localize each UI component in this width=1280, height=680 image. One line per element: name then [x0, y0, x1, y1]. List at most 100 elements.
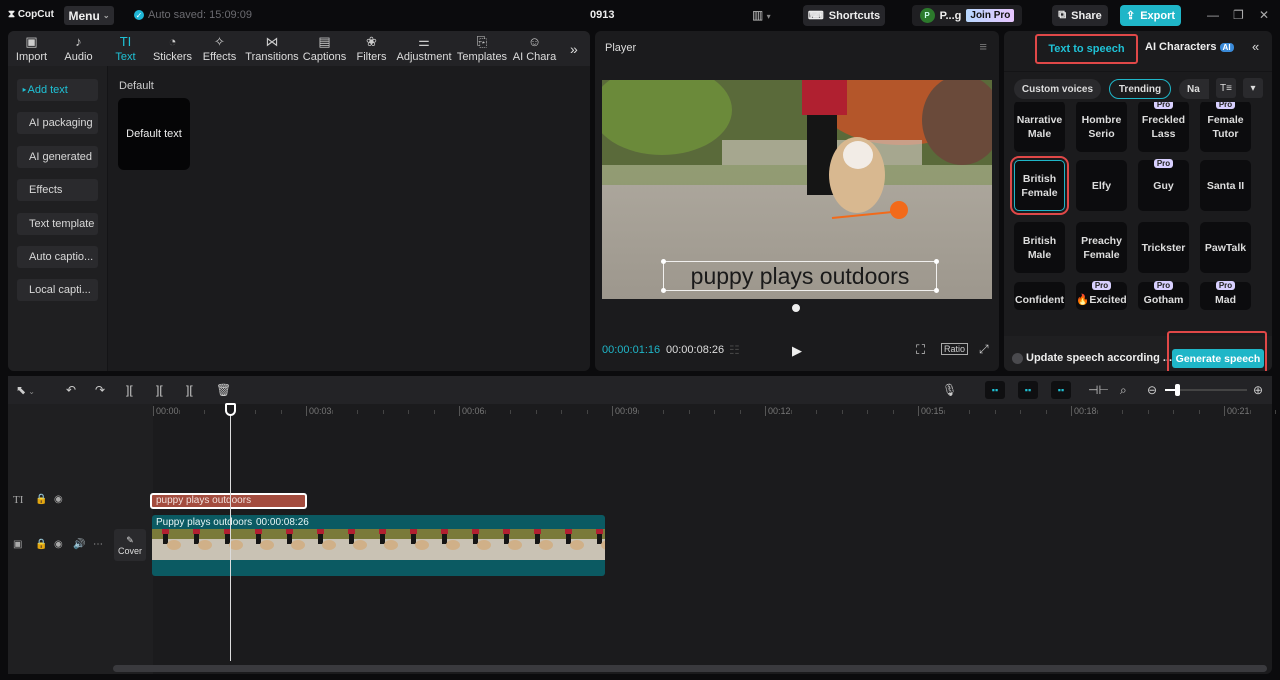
- resize-handle[interactable]: [661, 259, 666, 264]
- playhead[interactable]: [230, 409, 231, 661]
- tool-import[interactable]: ▣ Import: [8, 31, 55, 66]
- close-icon[interactable]: ✕: [1259, 8, 1269, 22]
- voice-option[interactable]: Pro Gotham: [1138, 281, 1189, 310]
- voice-option[interactable]: Pro Female Tutor: [1200, 102, 1251, 152]
- export-button[interactable]: ⇪ Export: [1120, 5, 1181, 26]
- tool-text[interactable]: TI Text: [102, 31, 149, 66]
- chip-narrative[interactable]: Na: [1179, 79, 1209, 99]
- redo-icon[interactable]: ↷: [95, 383, 105, 397]
- account-button[interactable]: P P...g Join Pro: [912, 5, 1022, 26]
- zoom-in-icon[interactable]: ⊕: [1253, 383, 1263, 397]
- microphone-icon[interactable]: 🎙: [942, 383, 957, 397]
- fullscreen-icon[interactable]: ⤢: [979, 342, 989, 357]
- sidebar-item-text-template[interactable]: Text template: [17, 212, 98, 235]
- zoom-slider-knob[interactable]: [1175, 384, 1180, 396]
- tool-stickers[interactable]: ◔ Stickers: [149, 31, 196, 66]
- tool-transitions[interactable]: ⋈ Transitions: [243, 31, 301, 66]
- sidebar-item-auto-captio-[interactable]: Auto captio...: [17, 246, 98, 268]
- auto-snap-icon[interactable]: ▪▪: [1018, 381, 1038, 399]
- ratio-button[interactable]: Ratio: [941, 343, 969, 355]
- eye-icon[interactable]: ◉: [54, 494, 63, 505]
- more-tools-icon[interactable]: »: [570, 41, 578, 57]
- trim-right-icon[interactable]: ][: [186, 383, 193, 397]
- tool-filters[interactable]: ❀ Filters: [348, 31, 395, 66]
- undo-icon[interactable]: ↶: [66, 383, 76, 397]
- voice-option[interactable]: British Female: [1010, 156, 1069, 215]
- time-ruler[interactable]: 00:00 00:03 00:06 00:09 00:12 00:15 00:18 00:21: [153, 404, 1276, 420]
- rotate-handle-icon[interactable]: [790, 302, 802, 314]
- sidebar-item-ai-generated[interactable]: AI generated: [17, 145, 98, 168]
- resize-handle[interactable]: [661, 288, 666, 293]
- default-text-card[interactable]: Default text: [118, 98, 190, 170]
- main-track-magnet-icon[interactable]: ▪▪: [985, 381, 1005, 399]
- voice-option[interactable]: Santa II: [1200, 160, 1251, 211]
- tab-text-to-speech[interactable]: Text to speech: [1035, 34, 1138, 64]
- voice-option[interactable]: Pro Mad: [1200, 281, 1251, 310]
- tool-ai-chara[interactable]: ☺ AI Chara: [511, 31, 558, 66]
- voice-option[interactable]: Pro Guy: [1138, 159, 1189, 211]
- voice-option[interactable]: Preachy Female: [1076, 222, 1127, 273]
- linkage-icon[interactable]: ▪▪: [1051, 381, 1071, 399]
- tool-captions[interactable]: ▤ Captions: [301, 31, 348, 66]
- collapse-panel-icon[interactable]: «: [1252, 39, 1259, 54]
- sidebar-item-local-capti-[interactable]: Local capti...: [17, 279, 98, 302]
- cover-button[interactable]: ✎ Cover: [114, 529, 146, 561]
- dropdown-icon[interactable]: ▾: [1243, 78, 1263, 98]
- caption-text[interactable]: puppy plays outdoors: [664, 263, 936, 290]
- voice-option[interactable]: Trickster: [1138, 222, 1189, 273]
- sidebar-item-effects[interactable]: Effects: [17, 179, 98, 202]
- lock-icon[interactable]: 🔒: [35, 494, 47, 505]
- text-clip[interactable]: puppy plays outdoors: [150, 493, 307, 509]
- voice-option[interactable]: Pro Freckled Lass: [1138, 102, 1189, 152]
- video-clip[interactable]: Puppy plays outdoors 00:00:08:26: [152, 515, 605, 576]
- zoom-out-icon[interactable]: ⊖: [1147, 383, 1157, 397]
- tool-adjustment[interactable]: ⚌ Adjustment: [395, 31, 453, 66]
- delete-icon[interactable]: 🗑: [216, 383, 231, 397]
- split-icon[interactable]: ][: [126, 383, 133, 397]
- menu-icon[interactable]: ≡: [979, 39, 987, 54]
- voice-option[interactable]: Confident: [1014, 282, 1065, 310]
- restore-icon[interactable]: ❐: [1233, 8, 1244, 22]
- grid-icon[interactable]: ☷: [729, 343, 740, 357]
- tab-ai-characters[interactable]: AI Characters AI: [1145, 41, 1234, 53]
- layout-icon[interactable]: ▥ ▾: [752, 8, 771, 22]
- voice-option[interactable]: Narrative Male: [1014, 102, 1065, 152]
- resize-handle[interactable]: [934, 288, 939, 293]
- minimize-icon[interactable]: —: [1207, 8, 1219, 22]
- eye-icon[interactable]: ◉: [54, 539, 63, 550]
- join-pro-button[interactable]: Join Pro: [966, 9, 1015, 22]
- more-options-icon[interactable]: ⋯: [93, 539, 103, 550]
- generate-speech-button[interactable]: Generate speech: [1172, 349, 1264, 368]
- voice-option[interactable]: Elfy: [1076, 160, 1127, 211]
- audio-mute-icon[interactable]: 🔊: [73, 539, 85, 550]
- lock-icon[interactable]: 🔒: [35, 539, 47, 550]
- menu-button[interactable]: Menu ⌄: [64, 6, 114, 25]
- caption-selection-box[interactable]: puppy plays outdoors: [661, 259, 939, 293]
- voice-option[interactable]: Pro 🔥Excited: [1076, 281, 1127, 310]
- voice-option[interactable]: British Male: [1014, 222, 1065, 273]
- playhead-handle[interactable]: [225, 403, 236, 416]
- tool-audio[interactable]: ♪ Audio: [55, 31, 102, 66]
- preview-axis-icon[interactable]: ⌕: [1120, 383, 1127, 398]
- share-button[interactable]: ⧉ Share: [1052, 5, 1108, 26]
- split-screen-icon[interactable]: ⊣⊢: [1088, 383, 1109, 397]
- select-tool-icon[interactable]: ⬉ ⌄: [16, 383, 35, 397]
- tool-templates[interactable]: ⎘ Templates: [453, 31, 511, 66]
- horizontal-scrollbar[interactable]: [113, 665, 1267, 672]
- voice-option[interactable]: PawTalk: [1200, 222, 1251, 273]
- play-button[interactable]: ▶: [792, 343, 802, 359]
- sidebar-item-ai-packaging[interactable]: AI packaging: [17, 112, 98, 135]
- trim-left-icon[interactable]: ][: [156, 383, 163, 397]
- zoom-fit-icon[interactable]: ⛶: [916, 342, 925, 358]
- update-speech-checkbox[interactable]: [1012, 353, 1023, 364]
- video-preview[interactable]: puppy plays outdoors: [602, 80, 992, 299]
- voice-option[interactable]: Hombre Serio: [1076, 102, 1127, 152]
- tool-effects[interactable]: ✧ Effects: [196, 31, 243, 66]
- shortcuts-button[interactable]: ⌨ Shortcuts: [803, 5, 885, 26]
- ruler-minor-tick: [280, 410, 282, 414]
- chip-custom-voices[interactable]: Custom voices: [1014, 79, 1101, 99]
- sidebar-item-add-text[interactable]: ‣ Add text: [17, 79, 98, 101]
- filter-icon[interactable]: T≡: [1216, 78, 1236, 98]
- chip-trending[interactable]: Trending: [1109, 79, 1171, 99]
- resize-handle[interactable]: [934, 259, 939, 264]
